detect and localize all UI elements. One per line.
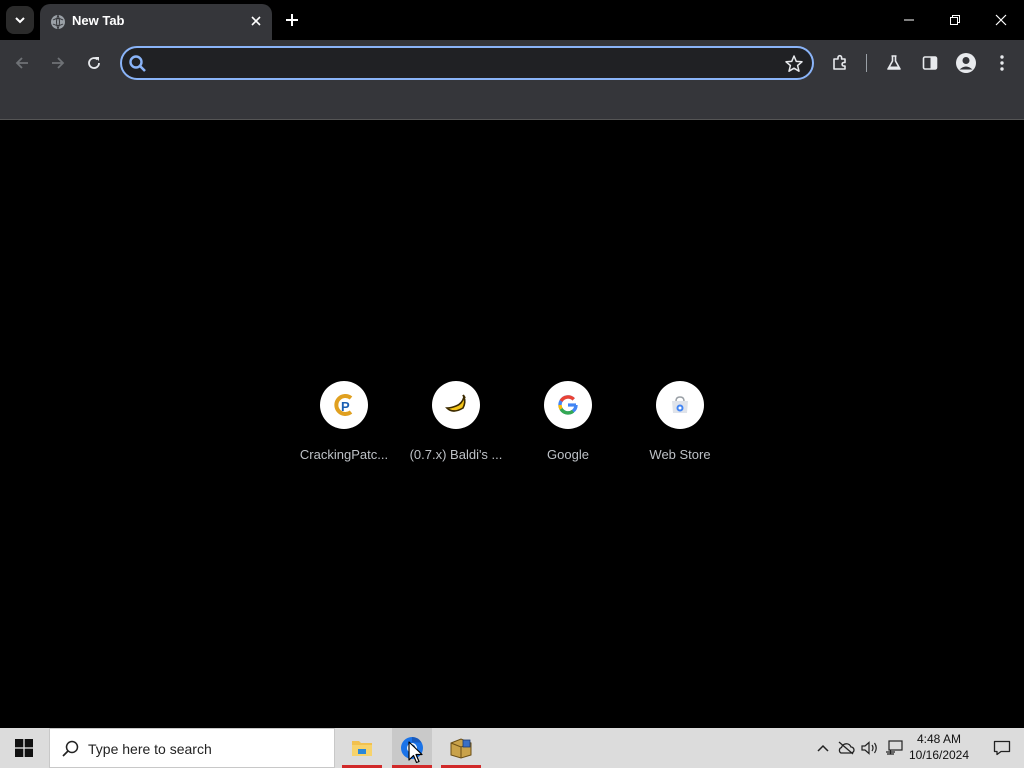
browser-toolbar <box>0 40 1024 86</box>
shortcut-label: CrackingPatc... <box>299 447 389 462</box>
notification-icon <box>993 740 1011 756</box>
close-icon <box>995 14 1007 26</box>
windows-icon <box>15 739 33 757</box>
volume-icon <box>861 741 877 755</box>
side-panel-icon <box>922 56 938 70</box>
chevron-down-icon <box>15 17 25 24</box>
arrow-left-icon <box>15 57 28 69</box>
title-bar: New Tab <box>0 0 1024 40</box>
cloud-offline-icon <box>838 741 855 755</box>
new-tab-button[interactable] <box>280 8 304 32</box>
chevron-up-icon <box>817 744 829 752</box>
installer-package-icon <box>450 738 472 759</box>
shortcut-label: (0.7.x) Baldi's ... <box>409 447 503 462</box>
minimize-icon <box>904 19 914 21</box>
restore-button[interactable] <box>932 0 978 40</box>
google-icon <box>558 395 578 415</box>
back-button[interactable] <box>8 49 36 77</box>
tab-new-tab[interactable]: New Tab <box>40 4 272 40</box>
clock-date: 10/16/2024 <box>908 748 970 762</box>
shortcut-tile[interactable]: Web Store <box>624 381 736 473</box>
tab-close-button[interactable] <box>248 13 264 29</box>
taskbar: Type here to search 4:48 AM 10/16/2024 <box>0 728 1024 768</box>
taskbar-app-file-explorer[interactable] <box>342 728 382 768</box>
globe-icon <box>51 14 65 30</box>
shortcut-label: Web Store <box>649 447 711 462</box>
crackingpatching-icon: P <box>334 394 353 416</box>
labs-button[interactable] <box>880 49 908 77</box>
web-store-icon <box>672 396 688 413</box>
bookmark-star-icon[interactable] <box>784 54 804 74</box>
reload-button[interactable] <box>80 49 108 77</box>
more-vertical-icon <box>1000 55 1004 71</box>
flask-icon <box>887 55 901 70</box>
plus-icon <box>286 14 298 26</box>
shortcut-tile[interactable]: Google <box>512 381 624 473</box>
extensions-button[interactable] <box>826 49 854 77</box>
clock-time: 4:48 AM <box>916 732 962 746</box>
bookmarks-bar <box>0 86 1024 120</box>
network-icon <box>886 740 903 755</box>
profile-button[interactable] <box>952 49 980 77</box>
close-icon <box>251 16 261 26</box>
tab-title: New Tab <box>72 13 125 28</box>
action-center-button[interactable] <box>980 728 1024 768</box>
svg-text:P: P <box>341 399 350 414</box>
shortcut-label: Google <box>547 447 589 462</box>
shortcut-tile[interactable]: (0.7.x) Baldi's ... <box>400 381 512 473</box>
mouse-cursor-icon <box>408 741 423 764</box>
taskbar-clock[interactable]: 4:48 AM 10/16/2024 <box>906 731 972 765</box>
onedrive-tray-button[interactable] <box>836 738 856 758</box>
restore-icon <box>950 15 960 25</box>
volume-tray-button[interactable] <box>860 738 880 758</box>
menu-button[interactable] <box>988 49 1016 77</box>
toolbar-divider <box>866 54 867 72</box>
taskbar-app-installer[interactable] <box>441 728 481 768</box>
arrow-right-icon <box>52 57 65 69</box>
start-button[interactable] <box>0 728 48 768</box>
show-hidden-icons-button[interactable] <box>813 738 833 758</box>
minimize-button[interactable] <box>886 0 932 40</box>
taskbar-search-box[interactable]: Type here to search <box>49 728 335 768</box>
taskbar-search-placeholder: Type here to search <box>88 741 212 757</box>
shortcut-icon-container <box>656 381 704 429</box>
forward-button[interactable] <box>44 49 72 77</box>
shortcut-icon-container: P <box>320 381 368 429</box>
network-tray-button[interactable] <box>884 738 904 758</box>
banana-icon <box>445 394 466 412</box>
tab-search-button[interactable] <box>6 6 34 34</box>
new-tab-page: P CrackingPatc... (0.7.x) Baldi's ... Go… <box>0 121 1024 728</box>
close-window-button[interactable] <box>978 0 1024 40</box>
folder-icon <box>352 741 372 756</box>
address-bar[interactable] <box>120 46 814 80</box>
address-input[interactable] <box>154 50 774 76</box>
shortcut-icon-container <box>432 381 480 429</box>
search-icon <box>129 55 146 72</box>
shortcut-tile[interactable]: P CrackingPatc... <box>288 381 400 473</box>
reload-icon <box>88 57 100 69</box>
puzzle-icon <box>833 54 846 70</box>
shortcut-icon-container <box>544 381 592 429</box>
search-icon <box>62 740 79 757</box>
avatar-icon <box>956 53 976 73</box>
side-panel-button[interactable] <box>916 49 944 77</box>
